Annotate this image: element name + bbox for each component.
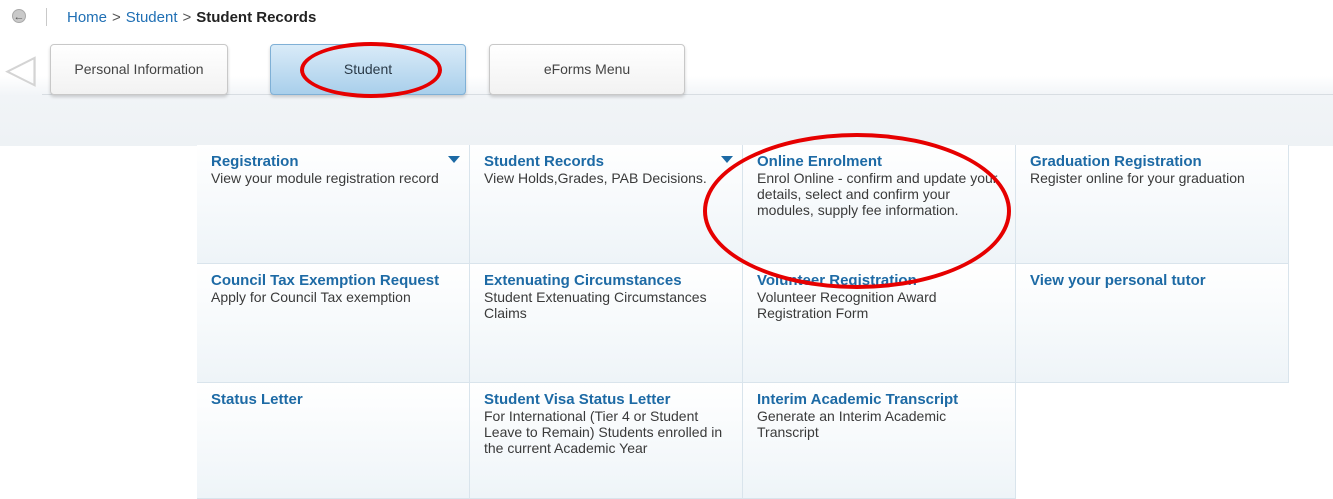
menu-item-interim-academic-transcript[interactable]: Interim Academic Transcript Generate an … — [743, 383, 1016, 499]
breadcrumb-bar: ← Home > Student > Student Records — [0, 0, 1333, 36]
menu-item-description: Student Extenuating Circumstances Claims — [484, 289, 707, 321]
menu-item-status-letter[interactable]: Status Letter — [197, 383, 470, 499]
breadcrumb-student-link[interactable]: Student — [126, 9, 178, 26]
menu-item-description: View Holds,Grades, PAB Decisions. — [484, 170, 707, 186]
tab-personal-information[interactable]: Personal Information — [50, 44, 228, 95]
menu-item-description: Apply for Council Tax exemption — [211, 289, 411, 305]
scroll-left-icon[interactable]: ◁ — [5, 49, 36, 89]
breadcrumb-separator: > — [182, 9, 192, 26]
menu-item-title[interactable]: Extenuating Circumstances — [484, 272, 728, 289]
breadcrumb-home-link[interactable]: Home — [67, 9, 107, 26]
annotation-oval-student-tab — [300, 42, 442, 98]
menu-item-title[interactable]: View your personal tutor — [1030, 272, 1274, 289]
tab-eforms-menu[interactable]: eForms Menu — [489, 44, 685, 95]
menu-item-description: View your module registration record — [211, 170, 439, 186]
breadcrumb: Home > Student > Student Records — [67, 9, 316, 27]
menu-item-title[interactable]: Status Letter — [211, 391, 455, 408]
menu-item-student-records[interactable]: Student Records View Holds,Grades, PAB D… — [470, 145, 743, 264]
menu-item-description: Generate an Interim Academic Transcript — [757, 408, 947, 440]
menu-item-student-visa-status-letter[interactable]: Student Visa Status Letter For Internati… — [470, 383, 743, 499]
menu-item-registration[interactable]: Registration View your module registrati… — [197, 145, 470, 264]
dropdown-arrow-icon[interactable] — [721, 156, 733, 163]
menu-item-title[interactable]: Student Records — [484, 153, 728, 170]
menu-item-council-tax-exemption[interactable]: Council Tax Exemption Request Apply for … — [197, 264, 470, 383]
menu-item-personal-tutor[interactable]: View your personal tutor — [1016, 264, 1289, 383]
divider — [46, 8, 47, 26]
menu-item-title[interactable]: Registration — [211, 153, 455, 170]
menu-item-extenuating-circumstances[interactable]: Extenuating Circumstances Student Extenu… — [470, 264, 743, 383]
menu-item-description: For International (Tier 4 or Student Lea… — [484, 408, 723, 456]
menu-item-graduation-registration[interactable]: Graduation Registration Register online … — [1016, 145, 1289, 264]
menu-item-title[interactable]: Graduation Registration — [1030, 153, 1274, 170]
dropdown-arrow-icon[interactable] — [448, 156, 460, 163]
menu-item-description: Register online for your graduation — [1030, 170, 1245, 186]
breadcrumb-separator: > — [112, 9, 121, 26]
tab-divider-line — [42, 94, 1333, 95]
menu-item-title[interactable]: Interim Academic Transcript — [757, 391, 1001, 408]
menu-item-title[interactable]: Student Visa Status Letter — [484, 391, 728, 408]
annotation-oval-online-enrolment — [703, 133, 1011, 289]
menu-item-description: Volunteer Recognition Award Registration… — [757, 289, 937, 321]
back-arrow-icon[interactable]: ← — [12, 9, 26, 23]
breadcrumb-current: Student Records — [196, 9, 317, 26]
menu-item-title[interactable]: Council Tax Exemption Request — [211, 272, 455, 289]
